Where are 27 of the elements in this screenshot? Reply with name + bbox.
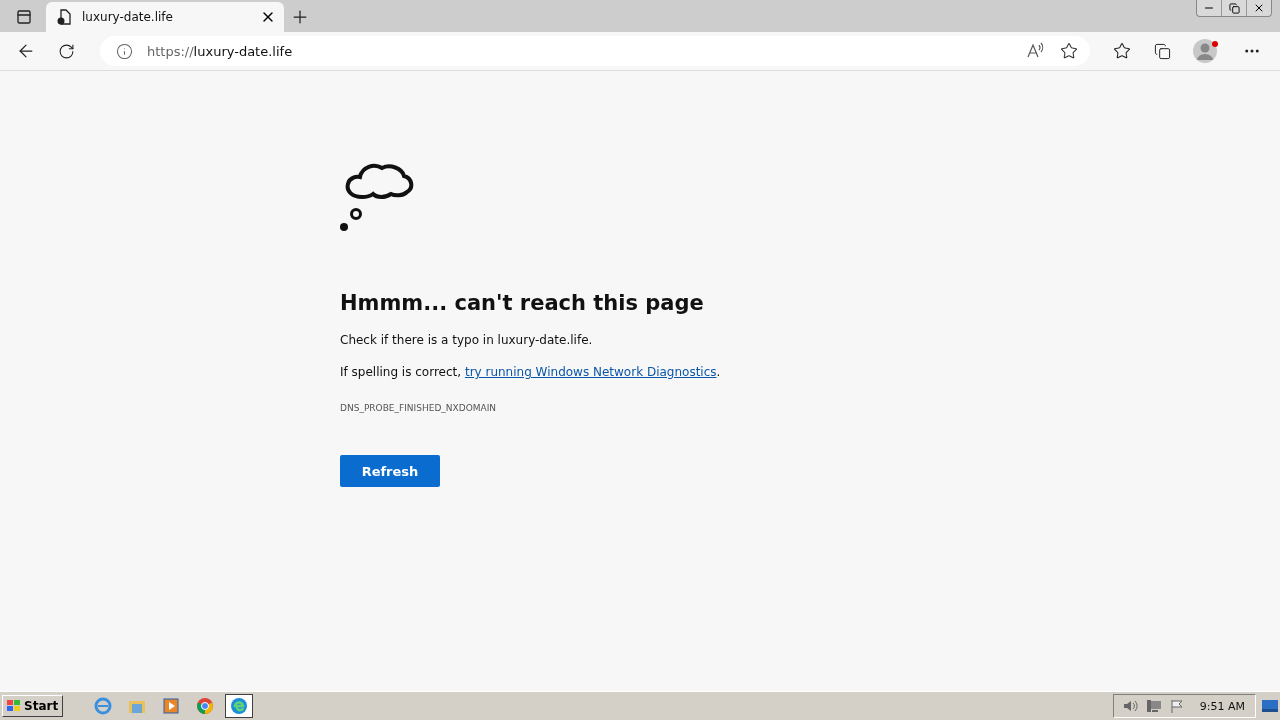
tab-title: luxury-date.life <box>82 10 174 24</box>
media-player-icon <box>163 698 180 714</box>
speaker-icon[interactable] <box>1121 699 1138 713</box>
refresh-button[interactable]: Refresh <box>340 455 440 487</box>
network-icon[interactable] <box>1145 699 1162 713</box>
error-heading: Hmmm... can't reach this page <box>340 291 705 315</box>
page-error-icon <box>56 9 72 25</box>
diagnostics-link[interactable]: try running Windows Network Diagnostics <box>464 365 717 379</box>
info-icon <box>116 42 133 60</box>
clock[interactable]: 9:51 AM <box>1199 699 1245 713</box>
folder-icon <box>128 698 147 714</box>
address-bar[interactable]: https://luxury-date.life <box>100 36 1090 66</box>
error-code: DNS_PROBE_FINISHED_NXDOMAIN <box>340 403 498 413</box>
show-desktop-icon[interactable] <box>1262 699 1278 713</box>
url-text: https://luxury-date.life <box>147 43 294 59</box>
windows-logo-icon <box>7 700 21 712</box>
restore-icon <box>1228 2 1240 14</box>
taskbar-app[interactable] <box>225 694 254 718</box>
diagnostics-hint: If spelling is correct, try running Windows Network Diagnostics. <box>340 365 722 379</box>
start-button[interactable]: Start <box>2 695 64 717</box>
edge-icon <box>230 697 249 715</box>
chrome-icon <box>196 697 215 715</box>
browser-tab[interactable]: luxury-date.life <box>46 2 284 32</box>
add-favorite-icon[interactable] <box>1060 42 1078 60</box>
typo-hint: Check if there is a typo in luxury-date.life. <box>340 333 594 347</box>
read-aloud-icon[interactable] <box>1026 42 1046 60</box>
close-icon <box>1253 2 1265 14</box>
